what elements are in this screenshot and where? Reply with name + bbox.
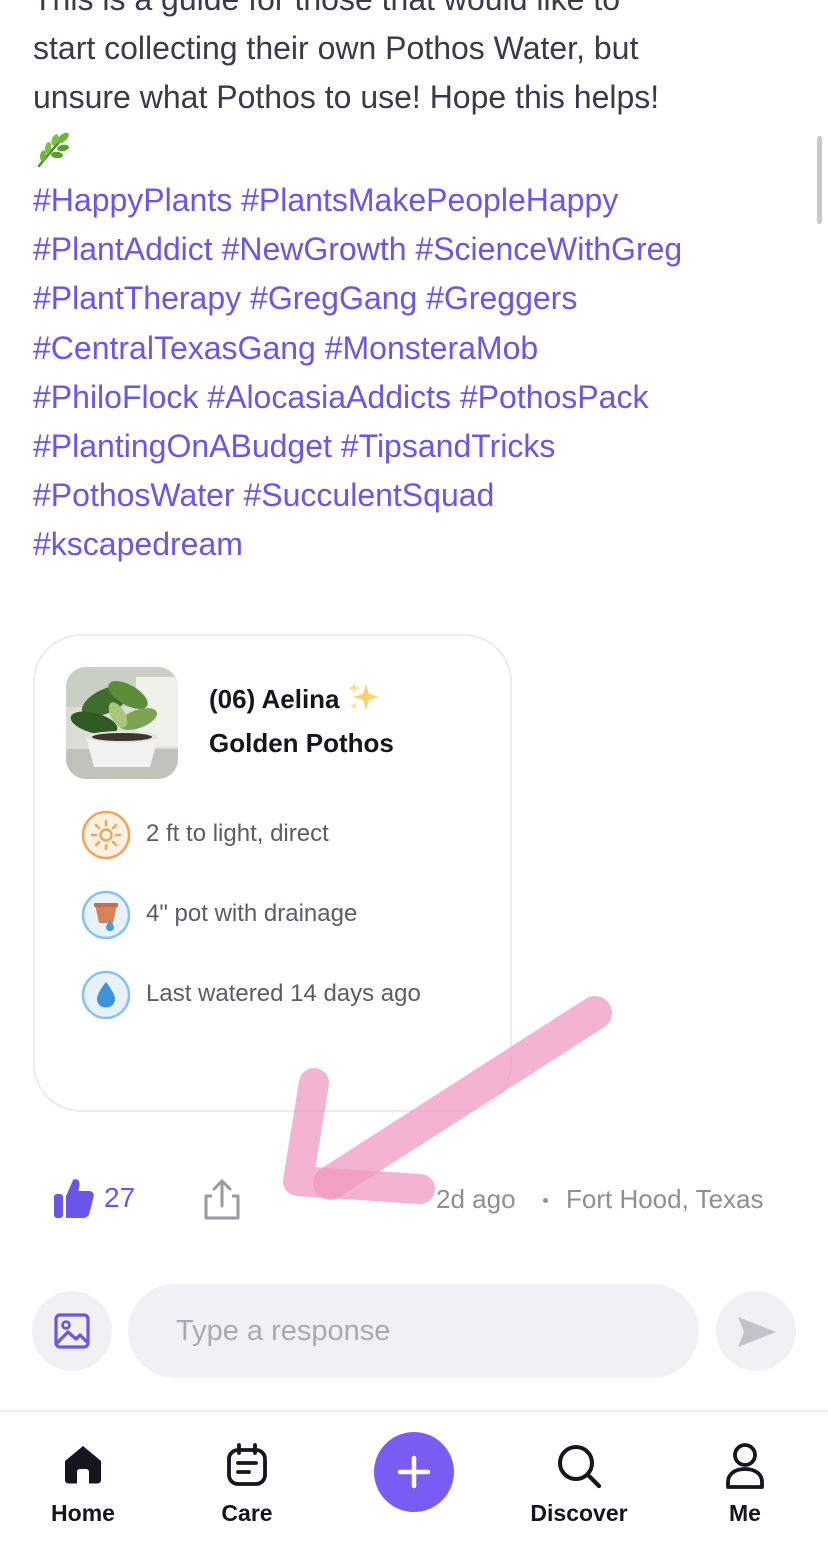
hashtag-link[interactable]: #TipsandTricks: [341, 428, 556, 464]
send-icon: [738, 1317, 776, 1347]
post-line: unsure what Pothos to use! Hope this hel…: [33, 79, 660, 115]
post-body: This is a guide for those that would lik…: [33, 0, 813, 171]
hashtag-link[interactable]: #Greggers: [426, 280, 577, 316]
hashtag-link[interactable]: #SucculentSquad: [243, 477, 494, 513]
hashtag-link[interactable]: #PhiloFlock: [33, 379, 198, 415]
hashtag-link[interactable]: #NewGrowth: [222, 231, 407, 267]
nav-discover[interactable]: Discover: [519, 1412, 639, 1532]
sparkles-icon: [347, 682, 379, 710]
plant-name: (06) Aelina: [209, 680, 380, 715]
hashtag-line: #PhiloFlock #AlocasiaAddicts #PothosPack: [33, 373, 823, 422]
nav-care-label: Care: [221, 1500, 273, 1526]
hashtag-link[interactable]: #CentralTexasGang: [33, 330, 316, 366]
nav-me-label: Me: [729, 1500, 761, 1526]
search-icon: [558, 1445, 602, 1489]
hashtag-link[interactable]: #PlantingOnABudget: [33, 428, 332, 464]
nav-home[interactable]: Home: [23, 1412, 143, 1532]
plant-photo-image: [66, 667, 178, 779]
sun-icon: [81, 810, 131, 860]
hashtag-line: #PlantTherapy #GregGang #Greggers: [33, 274, 823, 323]
care-pot-text: 4" pot with drainage: [146, 900, 358, 927]
hashtag-link[interactable]: #PlantsMakePeopleHappy: [241, 182, 618, 218]
scrollbar[interactable]: [817, 136, 822, 224]
hashtag-line: #PothosWater #SucculentSquad: [33, 471, 823, 520]
hashtag-line: #CentralTexasGang #MonsteraMob: [33, 324, 823, 373]
hashtag-link[interactable]: #PothosPack: [460, 379, 649, 415]
hashtag-link[interactable]: #PothosWater: [33, 477, 235, 513]
nav-home-label: Home: [51, 1500, 115, 1526]
send-button[interactable]: [716, 1291, 796, 1371]
herb-icon: [37, 132, 69, 167]
response-input[interactable]: [128, 1284, 699, 1378]
hashtag-link[interactable]: #ScienceWithGreg: [415, 231, 682, 267]
hashtag-link[interactable]: #kscapedream: [33, 526, 243, 562]
nav-me[interactable]: Me: [685, 1412, 805, 1532]
bottom-nav: Home Care Discover Me: [0, 1410, 828, 1546]
nav-care[interactable]: Care: [187, 1412, 307, 1532]
hashtag-link[interactable]: #HappyPlants: [33, 182, 232, 218]
like-button[interactable]: 27: [52, 1176, 152, 1224]
thumbs-up-icon: [54, 1179, 94, 1218]
home-icon: [65, 1446, 101, 1484]
hashtag-list: #HappyPlants #PlantsMakePeopleHappy #Pla…: [33, 176, 823, 570]
image-icon: [54, 1313, 90, 1349]
hashtag-line: #kscapedream: [33, 520, 823, 569]
plant-name-text: (06) Aelina: [209, 684, 340, 714]
hashtag-line: #PlantingOnABudget #TipsandTricks: [33, 422, 823, 471]
hashtag-link[interactable]: #AlocasiaAddicts: [207, 379, 451, 415]
post-line: This is a guide for those that would lik…: [33, 0, 813, 24]
plant-photo: [66, 667, 178, 779]
hashtag-link[interactable]: #MonsteraMob: [325, 330, 538, 366]
person-icon: [726, 1443, 764, 1489]
plant-species: Golden Pothos: [209, 728, 394, 758]
share-button[interactable]: [200, 1178, 244, 1222]
post-detail-page: This is a guide for those that would lik…: [0, 0, 828, 1546]
plus-icon: [397, 1455, 431, 1489]
hashtag-line: #PlantAddict #NewGrowth #ScienceWithGreg: [33, 225, 823, 274]
water-drop-icon: [81, 970, 131, 1020]
arrow-annotation: [283, 996, 612, 1204]
add-post-button[interactable]: [374, 1432, 454, 1512]
post-line: start collecting their own Pothos Water,…: [33, 30, 639, 66]
care-calendar-icon: [227, 1443, 267, 1486]
care-light-text: 2 ft to light, direct: [146, 820, 329, 847]
like-count: 27: [104, 1182, 136, 1213]
attach-image-button[interactable]: [32, 1291, 112, 1371]
care-pot-row: 4" pot with drainage: [81, 890, 501, 940]
share-icon: [204, 1179, 240, 1220]
herb-emoji: [33, 122, 813, 171]
care-light-row: 2 ft to light, direct: [81, 810, 501, 860]
hashtag-link[interactable]: #PlantTherapy: [33, 280, 241, 316]
post-location: Fort Hood, Texas: [566, 1184, 764, 1214]
post-timestamp: 2d ago: [436, 1184, 516, 1214]
meta-separator-dot: [543, 1198, 548, 1203]
pot-icon: [81, 890, 131, 940]
nav-discover-label: Discover: [530, 1500, 628, 1526]
hashtag-link[interactable]: #GregGang: [250, 280, 417, 316]
hashtag-link[interactable]: #PlantAddict: [33, 231, 213, 267]
hashtag-line: #HappyPlants #PlantsMakePeopleHappy: [33, 176, 823, 225]
